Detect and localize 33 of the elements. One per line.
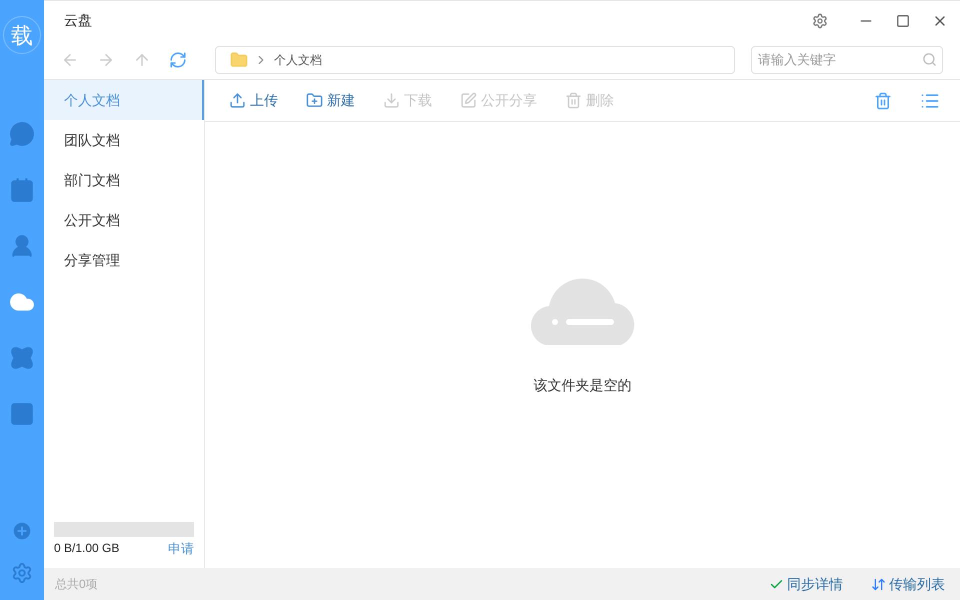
chat-icon xyxy=(9,121,35,147)
toolbar-button[interactable]: 上传 xyxy=(229,90,278,111)
calendar-icon xyxy=(9,177,35,203)
add-icon[interactable] xyxy=(11,520,33,542)
status-link[interactable]: 传输列表 xyxy=(871,574,945,594)
sidebar-item[interactable]: 个人文档 xyxy=(44,80,204,120)
apply-link[interactable]: 申请 xyxy=(168,538,194,558)
window-title: 云盘 xyxy=(64,11,92,30)
upload-icon xyxy=(229,92,246,109)
storage-reading: 0 B/1.00 GB xyxy=(54,540,120,558)
sidebar-item[interactable]: 团队文档 xyxy=(44,120,204,160)
settings-icon[interactable] xyxy=(812,12,828,28)
path-bar[interactable]: 个人文档 xyxy=(215,46,735,74)
toolbar-button[interactable]: 新建 xyxy=(306,90,355,111)
download-icon xyxy=(383,92,400,109)
trash-icon[interactable] xyxy=(874,92,892,110)
item-count: 总共0项 xyxy=(55,576,98,593)
maximize-icon[interactable] xyxy=(896,14,910,28)
refresh-icon[interactable] xyxy=(169,50,187,68)
breadcrumb-item[interactable]: 个人文档 xyxy=(274,50,322,68)
search-field[interactable]: 请输入关键字 xyxy=(751,46,943,74)
edit-icon xyxy=(460,92,477,109)
status-link[interactable]: 同步详情 xyxy=(769,574,843,594)
folder-plus-icon xyxy=(306,92,323,109)
search-icon[interactable] xyxy=(922,52,937,66)
sidebar-item[interactable]: 分享管理 xyxy=(44,240,204,280)
app-logo: 载 xyxy=(3,16,41,54)
folder-icon xyxy=(230,50,248,68)
sidebar-item[interactable]: 公开文档 xyxy=(44,200,204,240)
empty-message: 该文件夹是空的 xyxy=(534,376,632,394)
sidebar-item[interactable]: 部门文档 xyxy=(44,160,204,200)
transfer-icon xyxy=(871,576,886,592)
trash-icon xyxy=(565,92,582,109)
